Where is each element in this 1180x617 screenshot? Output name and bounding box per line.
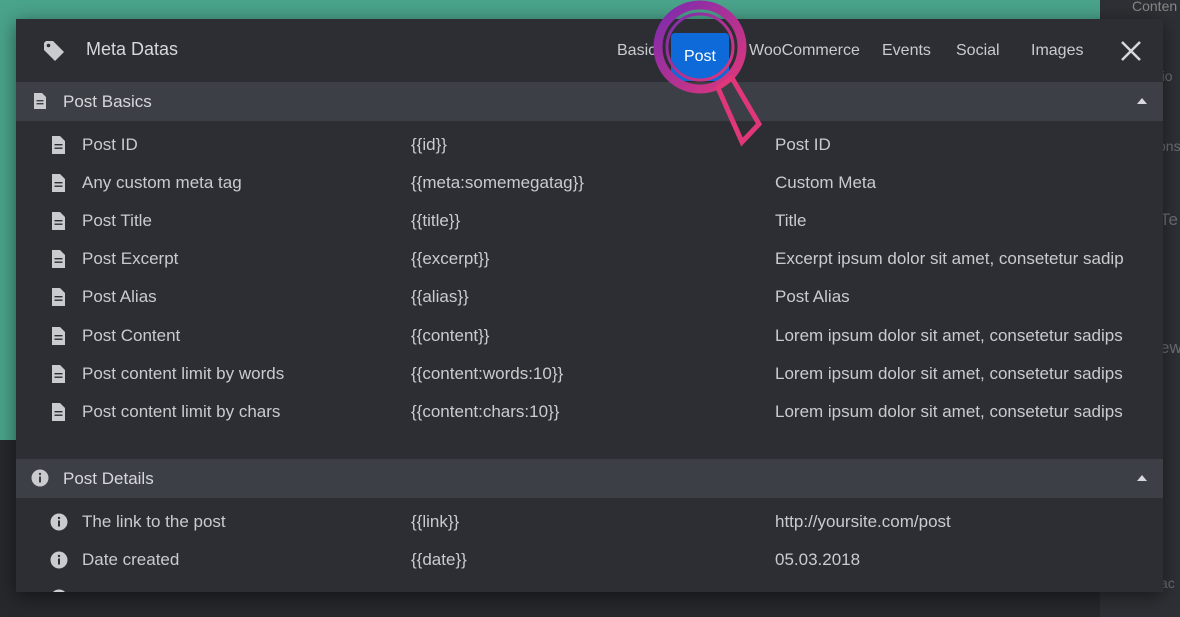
document-icon [52, 136, 65, 154]
meta-name: Post content limit by words [82, 364, 285, 383]
meta-row[interactable]: The link to the post {{link}} http://you… [16, 504, 1163, 542]
meta-example: Lorem ipsum dolor sit amet, consetetur s… [775, 402, 1123, 421]
document-icon [52, 212, 65, 230]
tab-post[interactable]: Post [671, 33, 729, 81]
meta-tag: {{content:chars:10}} [411, 402, 560, 421]
meta-tag: {{id}} [411, 135, 447, 154]
meta-example: Post Alias [775, 287, 850, 306]
meta-example: Custom Meta [775, 173, 877, 192]
meta-name: Post Alias [82, 287, 157, 306]
tab-images[interactable]: Images [1031, 42, 1083, 60]
info-icon [52, 589, 66, 592]
meta-tag: {{content:words:10}} [411, 364, 564, 383]
meta-row[interactable]: Any custom meta tag {{meta:somemegatag}}… [16, 165, 1163, 203]
meta-row[interactable]: Post Title {{title}} Title [16, 203, 1163, 241]
section-header-post-basics[interactable]: Post Basics [16, 82, 1163, 121]
document-icon [52, 403, 65, 421]
tab-woocommerce[interactable]: WooCommerce [749, 42, 860, 60]
meta-name: Any custom meta tag [82, 173, 242, 192]
document-icon [34, 93, 46, 109]
tab-basic[interactable]: Basic [617, 42, 656, 60]
section-header-post-details[interactable]: Post Details [16, 459, 1163, 498]
meta-row[interactable]: Post content limit by words {{content:wo… [16, 356, 1163, 394]
collapse-caret-icon[interactable] [1136, 96, 1148, 106]
meta-row[interactable]: Post Alias {{alias}} Post Alias [16, 279, 1163, 317]
meta-row-partial[interactable] [16, 580, 1163, 592]
meta-example: Title [775, 211, 807, 230]
document-icon [52, 288, 65, 306]
tab-social[interactable]: Social [956, 42, 1000, 60]
info-icon [50, 551, 68, 569]
meta-example: Excerpt ipsum dolor sit amet, consetetur… [775, 249, 1124, 268]
meta-name: Date created [82, 550, 180, 569]
meta-datas-modal: Meta Datas Basic Post WooCommerce Events… [16, 19, 1163, 592]
modal-header: Meta Datas Basic Post WooCommerce Events… [16, 19, 1163, 82]
meta-tag: {{date}} [411, 550, 467, 569]
info-icon [31, 469, 49, 487]
meta-row[interactable]: Post Excerpt {{excerpt}} Excerpt ipsum d… [16, 241, 1163, 279]
meta-name: Post Title [82, 211, 152, 230]
close-icon[interactable] [1119, 39, 1143, 63]
section-title: Post Details [63, 469, 154, 488]
meta-row[interactable]: Post Content {{content}} Lorem ipsum dol… [16, 318, 1163, 356]
meta-name: Post content limit by chars [82, 402, 281, 421]
document-icon [52, 174, 65, 192]
tab-bar: Basic Post WooCommerce Events Social Ima… [16, 19, 1163, 82]
meta-tag: {{alias}} [411, 287, 469, 306]
document-icon [52, 327, 65, 345]
section-title: Post Basics [63, 92, 152, 111]
document-icon [52, 250, 65, 268]
meta-example: Lorem ipsum dolor sit amet, consetetur s… [775, 364, 1123, 383]
meta-tag: {{excerpt}} [411, 249, 490, 268]
info-icon [50, 513, 68, 531]
right-panel-label: Conten [1132, 0, 1178, 14]
meta-example: 05.03.2018 [775, 550, 861, 569]
meta-name: Post Content [82, 326, 181, 345]
meta-row[interactable]: Post ID {{id}} Post ID [16, 127, 1163, 165]
meta-tag: {{title}} [411, 211, 461, 230]
meta-row[interactable]: Date created {{date}} 05.03.2018 [16, 542, 1163, 580]
meta-name: Post Excerpt [82, 249, 179, 268]
meta-example: Lorem ipsum dolor sit amet, consetetur s… [775, 326, 1123, 345]
tab-events[interactable]: Events [882, 42, 931, 60]
meta-tag: {{content}} [411, 326, 490, 345]
document-icon [52, 365, 65, 383]
meta-row[interactable]: Post content limit by chars {{content:ch… [16, 394, 1163, 432]
right-panel-fragment: ew [1160, 338, 1180, 357]
meta-name: The link to the post [82, 512, 226, 531]
meta-example: http://yoursite.com/post [775, 512, 951, 531]
meta-name: Post ID [82, 135, 138, 154]
collapse-caret-icon[interactable] [1136, 473, 1148, 483]
meta-tag: {{link}} [411, 512, 460, 531]
meta-tag: {{meta:somemegatag}} [411, 173, 584, 192]
meta-example: Post ID [775, 135, 831, 154]
